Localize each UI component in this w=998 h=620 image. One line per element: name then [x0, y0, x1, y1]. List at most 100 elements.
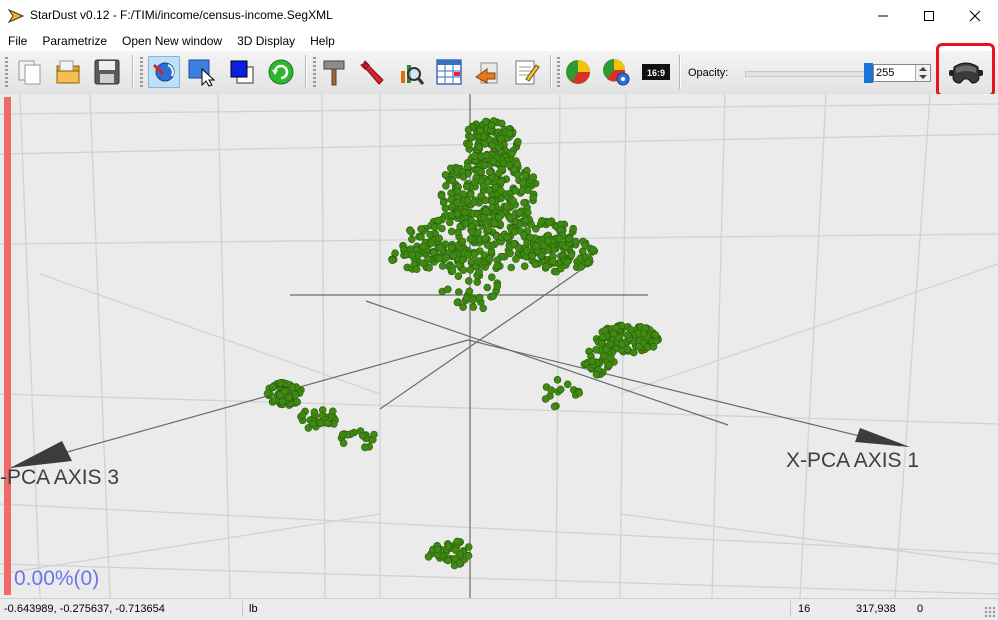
- data-point: [550, 402, 559, 411]
- data-point: [520, 199, 528, 207]
- menu-3d-display[interactable]: 3D Display: [229, 31, 302, 51]
- data-point: [455, 559, 464, 568]
- magnify-button[interactable]: [394, 56, 426, 88]
- data-point: [438, 262, 447, 270]
- status-divider: [242, 601, 243, 617]
- data-point: [417, 225, 425, 233]
- data-point: [589, 245, 598, 254]
- data-point: [502, 202, 511, 211]
- data-point: [584, 258, 592, 266]
- data-point: [495, 213, 503, 222]
- data-point: [412, 265, 421, 273]
- status-value: 317,938: [856, 603, 896, 615]
- menu-help[interactable]: Help: [302, 31, 342, 51]
- close-button[interactable]: [952, 0, 998, 31]
- maximize-icon: [924, 10, 934, 21]
- data-point: [567, 251, 576, 259]
- data-point: [542, 262, 550, 271]
- data-point: [513, 137, 522, 146]
- opacity-slider-thumb[interactable]: [864, 63, 873, 83]
- refresh-button[interactable]: [265, 56, 297, 88]
- data-point: [475, 268, 483, 276]
- wrench-button[interactable]: [356, 56, 388, 88]
- toolbar-grip[interactable]: [5, 57, 8, 87]
- spin-up-icon[interactable]: [919, 67, 927, 71]
- data-point: [442, 253, 450, 262]
- data-point: [476, 126, 484, 135]
- data-point: [563, 258, 571, 266]
- toolbar-grip[interactable]: [313, 57, 316, 87]
- data-point: [453, 210, 462, 218]
- data-point: [474, 228, 482, 237]
- data-point: [481, 117, 490, 126]
- data-point: [479, 133, 488, 141]
- pie-chart-button[interactable]: [562, 56, 594, 88]
- toolbar-grip[interactable]: [140, 57, 143, 87]
- save-button[interactable]: [91, 56, 123, 88]
- maximize-button[interactable]: [906, 0, 952, 31]
- data-point: [489, 292, 498, 300]
- vr-button[interactable]: [948, 56, 984, 90]
- data-point: [298, 411, 307, 420]
- data-point: [519, 178, 527, 187]
- data-point: [263, 389, 272, 398]
- notepad-button[interactable]: [510, 56, 542, 88]
- app-logo-icon: [8, 9, 24, 23]
- open-button[interactable]: [53, 56, 85, 88]
- hammer-button[interactable]: [318, 56, 350, 88]
- data-point: [577, 263, 586, 271]
- magnify-chart-icon: [401, 65, 425, 85]
- color-picker-icon: [230, 60, 254, 84]
- data-point: [328, 407, 337, 416]
- data-point: [484, 225, 493, 234]
- progress-bar: [4, 97, 11, 595]
- data-point: [547, 386, 556, 394]
- data-point: [483, 241, 492, 249]
- save-icon: [94, 59, 120, 85]
- select-button[interactable]: [186, 56, 218, 88]
- data-point: [532, 242, 540, 250]
- 3d-viewport[interactable]: -PCA AXIS 3 X-PCA AXIS 1 0.00%(0): [0, 94, 998, 598]
- data-point: [276, 379, 285, 387]
- grid-line: [19, 94, 41, 598]
- data-point: [512, 255, 520, 263]
- data-point: [529, 193, 538, 202]
- axis-label-3: -PCA AXIS 3: [0, 466, 120, 489]
- color-button[interactable]: [226, 56, 258, 88]
- data-point: [522, 247, 531, 255]
- data-point: [434, 216, 442, 225]
- data-point: [465, 140, 473, 149]
- data-point: [453, 298, 462, 307]
- rotate-view-button[interactable]: [148, 56, 180, 88]
- toolbar-grip[interactable]: [557, 57, 560, 87]
- export-button[interactable]: [472, 56, 504, 88]
- data-point: [433, 545, 442, 554]
- close-icon: [969, 10, 981, 21]
- menu-parametrize[interactable]: Parametrize: [34, 31, 114, 51]
- data-point: [437, 192, 446, 200]
- menu-file[interactable]: File: [0, 31, 34, 51]
- table-button[interactable]: [433, 56, 465, 88]
- spin-down-icon[interactable]: [919, 75, 927, 79]
- aspect-ratio-button[interactable]: 16:9: [640, 56, 672, 88]
- data-point: [454, 272, 463, 280]
- axis-1-arrowhead: [855, 428, 910, 447]
- table-icon: [436, 59, 462, 85]
- data-point: [323, 418, 332, 427]
- data-point: [505, 129, 514, 138]
- data-point: [469, 303, 478, 311]
- opacity-input[interactable]: [876, 66, 914, 80]
- copy-button[interactable]: [14, 56, 46, 88]
- data-point: [278, 397, 287, 406]
- data-point: [487, 273, 496, 281]
- pie-settings-button[interactable]: [600, 56, 632, 88]
- grid-line: [0, 503, 998, 555]
- minimize-button[interactable]: [860, 0, 906, 31]
- data-point: [523, 208, 532, 217]
- menu-open-new-window[interactable]: Open New window: [114, 31, 229, 51]
- opacity-slider-track[interactable]: [745, 71, 871, 77]
- grid-line: [619, 263, 998, 395]
- data-point: [461, 219, 470, 228]
- status-coords: -0.643989, -0.275637, -0.713654: [4, 603, 165, 615]
- resize-grip[interactable]: [984, 606, 996, 618]
